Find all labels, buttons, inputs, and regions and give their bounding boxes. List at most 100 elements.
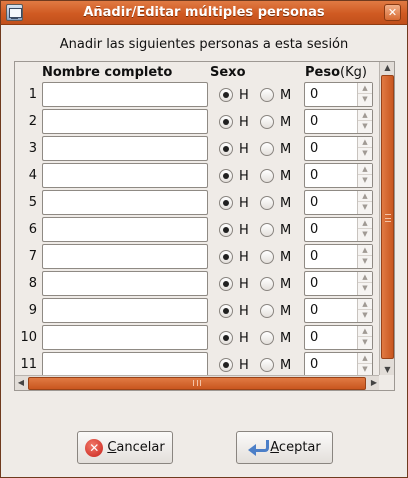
- weight-spinbutton[interactable]: 0 ▲ ▼: [304, 109, 373, 134]
- spin-down-icon[interactable]: ▼: [358, 256, 372, 267]
- accept-button[interactable]: Aceptar: [236, 431, 333, 464]
- sex-female-radio[interactable]: [260, 331, 274, 345]
- sex-male-option[interactable]: H: [219, 249, 249, 265]
- weight-value[interactable]: 0: [310, 87, 318, 102]
- full-name-input[interactable]: [42, 244, 208, 269]
- sex-male-radio[interactable]: [219, 277, 233, 291]
- sex-female-radio[interactable]: [260, 358, 274, 372]
- weight-value[interactable]: 0: [310, 168, 318, 183]
- spin-up-icon[interactable]: ▲: [358, 353, 372, 364]
- horizontal-scroll-thumb[interactable]: [28, 377, 366, 390]
- sex-female-option[interactable]: M: [260, 222, 291, 238]
- weight-value[interactable]: 0: [310, 141, 318, 156]
- sex-female-option[interactable]: M: [260, 249, 291, 265]
- title-bar[interactable]: Añadir/Editar múltiples personas ✕: [1, 1, 407, 25]
- full-name-input[interactable]: [42, 271, 208, 296]
- sex-male-radio[interactable]: [219, 88, 233, 102]
- sex-female-option[interactable]: M: [260, 195, 291, 211]
- sex-male-option[interactable]: H: [219, 168, 249, 184]
- weight-spinbutton[interactable]: 0 ▲ ▼: [304, 163, 373, 188]
- sex-female-radio[interactable]: [260, 169, 274, 183]
- scroll-up-arrow-icon[interactable]: ▲: [381, 62, 394, 74]
- weight-spinbutton[interactable]: 0 ▲ ▼: [304, 352, 373, 376]
- weight-value[interactable]: 0: [310, 303, 318, 318]
- sex-male-option[interactable]: H: [219, 276, 249, 292]
- sex-male-radio[interactable]: [219, 196, 233, 210]
- spin-down-icon[interactable]: ▼: [358, 148, 372, 159]
- spin-down-icon[interactable]: ▼: [358, 337, 372, 348]
- full-name-input[interactable]: [42, 217, 208, 242]
- sex-male-option[interactable]: H: [219, 141, 249, 157]
- full-name-input[interactable]: [42, 109, 208, 134]
- sex-female-option[interactable]: M: [260, 87, 291, 103]
- full-name-input[interactable]: [42, 325, 208, 350]
- horizontal-scrollbar[interactable]: ◀ ▶: [15, 375, 380, 390]
- spin-down-icon[interactable]: ▼: [358, 229, 372, 240]
- spin-down-icon[interactable]: ▼: [358, 94, 372, 105]
- spin-up-icon[interactable]: ▲: [358, 83, 372, 94]
- spin-up-icon[interactable]: ▲: [358, 299, 372, 310]
- sex-male-option[interactable]: H: [219, 222, 249, 238]
- sex-male-radio[interactable]: [219, 250, 233, 264]
- sex-female-option[interactable]: M: [260, 276, 291, 292]
- spin-up-icon[interactable]: ▲: [358, 245, 372, 256]
- sex-male-option[interactable]: H: [219, 330, 249, 346]
- sex-female-radio[interactable]: [260, 115, 274, 129]
- sex-female-radio[interactable]: [260, 223, 274, 237]
- spin-up-icon[interactable]: ▲: [358, 191, 372, 202]
- weight-value[interactable]: 0: [310, 276, 318, 291]
- spin-down-icon[interactable]: ▼: [358, 310, 372, 321]
- vertical-scrollbar[interactable]: ▲ ▼: [379, 62, 394, 376]
- sex-male-radio[interactable]: [219, 169, 233, 183]
- sex-male-radio[interactable]: [219, 331, 233, 345]
- sex-male-radio[interactable]: [219, 142, 233, 156]
- spin-up-icon[interactable]: ▲: [358, 326, 372, 337]
- sex-male-option[interactable]: H: [219, 195, 249, 211]
- sex-female-option[interactable]: M: [260, 357, 291, 373]
- spin-down-icon[interactable]: ▼: [358, 175, 372, 186]
- sex-female-radio[interactable]: [260, 277, 274, 291]
- weight-value[interactable]: 0: [310, 195, 318, 210]
- weight-value[interactable]: 0: [310, 114, 318, 129]
- sex-female-radio[interactable]: [260, 88, 274, 102]
- weight-spinbutton[interactable]: 0 ▲ ▼: [304, 136, 373, 161]
- sex-female-option[interactable]: M: [260, 114, 291, 130]
- spin-down-icon[interactable]: ▼: [358, 283, 372, 294]
- sex-male-option[interactable]: H: [219, 357, 249, 373]
- scroll-left-arrow-icon[interactable]: ◀: [15, 377, 27, 389]
- spin-up-icon[interactable]: ▲: [358, 272, 372, 283]
- weight-spinbutton[interactable]: 0 ▲ ▼: [304, 325, 373, 350]
- spin-up-icon[interactable]: ▲: [358, 137, 372, 148]
- sex-female-radio[interactable]: [260, 304, 274, 318]
- spin-down-icon[interactable]: ▼: [358, 364, 372, 375]
- full-name-input[interactable]: [42, 163, 208, 188]
- weight-value[interactable]: 0: [310, 249, 318, 264]
- sex-male-option[interactable]: H: [219, 114, 249, 130]
- sex-female-option[interactable]: M: [260, 141, 291, 157]
- sex-male-radio[interactable]: [219, 304, 233, 318]
- sex-female-radio[interactable]: [260, 196, 274, 210]
- full-name-input[interactable]: [42, 190, 208, 215]
- sex-male-radio[interactable]: [219, 115, 233, 129]
- full-name-input[interactable]: [42, 298, 208, 323]
- sex-female-radio[interactable]: [260, 250, 274, 264]
- sex-male-radio[interactable]: [219, 223, 233, 237]
- sex-female-radio[interactable]: [260, 142, 274, 156]
- weight-spinbutton[interactable]: 0 ▲ ▼: [304, 217, 373, 242]
- weight-spinbutton[interactable]: 0 ▲ ▼: [304, 298, 373, 323]
- spin-up-icon[interactable]: ▲: [358, 218, 372, 229]
- weight-value[interactable]: 0: [310, 357, 318, 372]
- full-name-input[interactable]: [42, 136, 208, 161]
- vertical-scroll-thumb[interactable]: [381, 75, 394, 359]
- sex-male-option[interactable]: H: [219, 303, 249, 319]
- weight-spinbutton[interactable]: 0 ▲ ▼: [304, 271, 373, 296]
- close-icon[interactable]: ✕: [384, 4, 401, 21]
- sex-female-option[interactable]: M: [260, 330, 291, 346]
- spin-down-icon[interactable]: ▼: [358, 121, 372, 132]
- weight-spinbutton[interactable]: 0 ▲ ▼: [304, 82, 373, 107]
- weight-value[interactable]: 0: [310, 222, 318, 237]
- full-name-input[interactable]: [42, 352, 208, 376]
- spin-up-icon[interactable]: ▲: [358, 110, 372, 121]
- sex-male-option[interactable]: H: [219, 87, 249, 103]
- cancel-button[interactable]: ✕ Cancelar: [77, 431, 173, 464]
